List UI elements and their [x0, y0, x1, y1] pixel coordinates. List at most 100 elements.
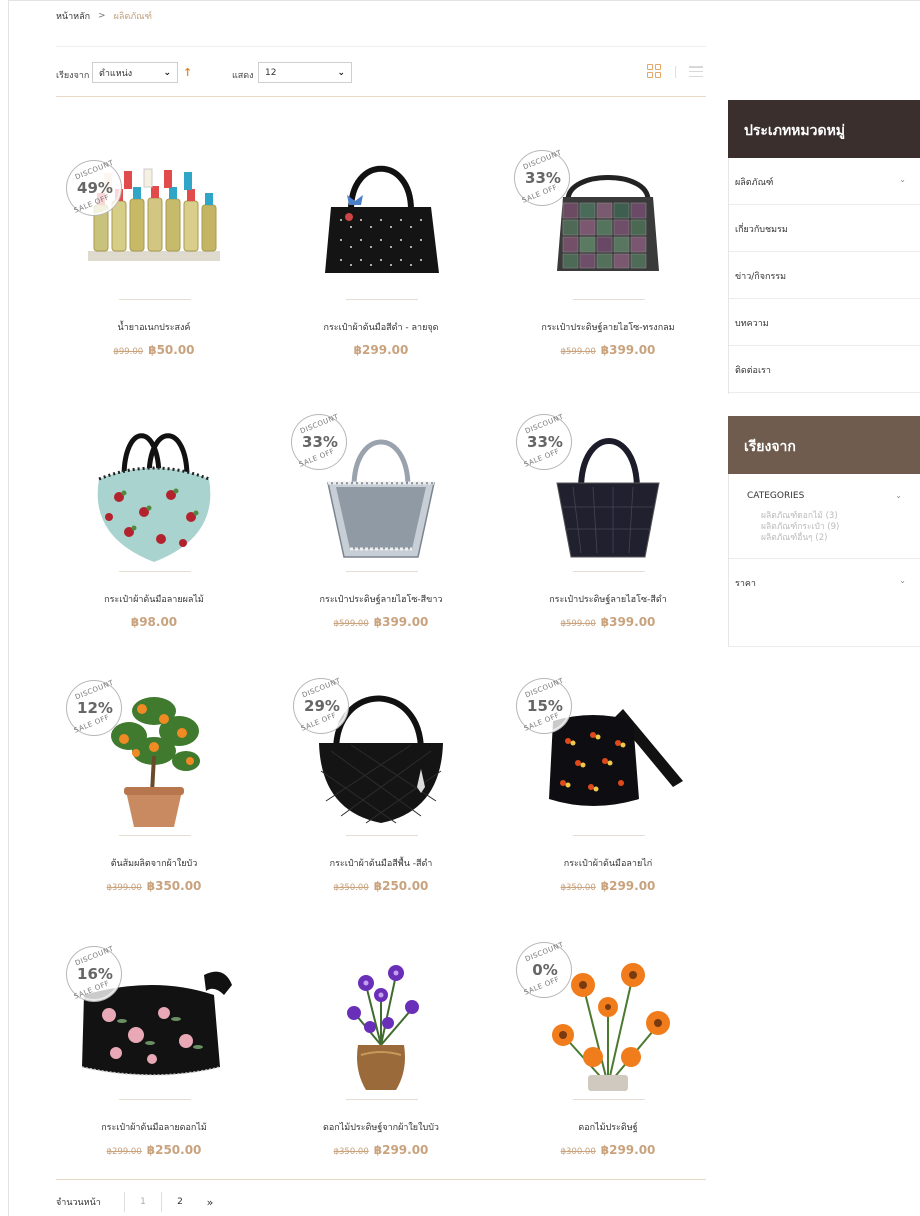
discount-badge: DISCOUNT 0% SALE OFF: [516, 941, 572, 998]
product-name[interactable]: ต้นส้มผลิตจากผ้าใยบัว: [56, 856, 252, 870]
old-price: ฿599.00: [560, 619, 596, 629]
product-price: ฿399.00 ฿350.00: [56, 879, 252, 893]
filter-option-flowers[interactable]: ผลิตภัณฑ์ดอกไม้ (3): [761, 511, 888, 522]
product-image[interactable]: DISCOUNT 29% SALE OFF: [283, 676, 479, 836]
product-image[interactable]: DISCOUNT 49% SALE OFF: [56, 140, 252, 300]
product-price: ฿300.00 ฿299.00: [510, 1143, 706, 1157]
product-price: ฿599.00 ฿399.00: [510, 615, 706, 629]
product-image[interactable]: [283, 940, 479, 1100]
product-image[interactable]: [283, 140, 479, 300]
product-image[interactable]: DISCOUNT 15% SALE OFF: [510, 676, 706, 836]
divider: [119, 571, 191, 572]
product-card: DISCOUNT 49% SALE OFF น้ำยาอเนกประสงค์ ฿…: [56, 140, 252, 405]
category-item-news[interactable]: ข่าว/กิจกรรม: [729, 252, 920, 299]
page-link-1[interactable]: 1: [125, 1197, 161, 1207]
badge-discount-text: DISCOUNT: [523, 412, 565, 436]
old-price: ฿599.00: [560, 347, 596, 357]
list-view-icon[interactable]: [689, 66, 703, 77]
category-label: เกี่ยวกับชมรม: [735, 225, 788, 235]
next-page-button[interactable]: »: [198, 1196, 222, 1209]
page-link-2[interactable]: 2: [162, 1197, 198, 1207]
product-card: DISCOUNT 12% SALE OFF ต้นส้มผลิตจากผ้าใย…: [56, 676, 252, 941]
filter-option-bags[interactable]: ผลิตภัณฑ์กระเป๋า (9): [761, 522, 888, 533]
current-price: ฿50.00: [148, 343, 195, 357]
discount-badge: DISCOUNT 15% SALE OFF: [516, 676, 572, 734]
product-name[interactable]: ดอกไม้ประดิษฐ์จากผ้าใยใบบัว: [283, 1120, 479, 1134]
category-item-about[interactable]: เกี่ยวกับชมรม: [729, 205, 920, 252]
product-name[interactable]: กระเป๋าประดิษฐ์ลายไฮโซ-ทรงกลม: [510, 320, 706, 334]
product-name[interactable]: กระเป๋าผ้าด้นมือสีพื้น -สีดำ: [283, 856, 479, 870]
divider: [346, 835, 418, 836]
product-card: DISCOUNT 33% SALE OFF กระเป๋าประดิษฐ์ลาย…: [283, 412, 479, 677]
category-item-products[interactable]: ผลิตภัณฑ์ ⌄: [729, 158, 920, 205]
filter-option-others[interactable]: ผลิตภัณฑ์อื่นๆ (2): [761, 533, 888, 544]
badge-discount-text: DISCOUNT: [523, 676, 565, 700]
breadcrumb-home-link[interactable]: หน้าหลัก: [56, 9, 90, 23]
categories-heading: ประเภทหมวดหมู่: [728, 100, 920, 158]
product-image[interactable]: DISCOUNT 33% SALE OFF: [283, 412, 479, 572]
breadcrumb: หน้าหลัก > ผลิตภัณฑ์: [56, 9, 152, 23]
grid-view-icon[interactable]: [647, 64, 661, 78]
category-item-articles[interactable]: บทความ: [729, 299, 920, 346]
product-name[interactable]: กระเป๋าผ้าด้นมือลายไก่: [510, 856, 706, 870]
discount-badge: DISCOUNT 12% SALE OFF: [66, 679, 122, 736]
filter-price-toggle[interactable]: ราคา ⌄: [729, 559, 920, 607]
product-image[interactable]: DISCOUNT 0% SALE OFF: [510, 940, 706, 1100]
product-name[interactable]: น้ำยาอเนกประสงค์: [56, 320, 252, 334]
category-label: ติดต่อเรา: [735, 366, 771, 376]
product-name[interactable]: กระเป๋าผ้าด้นมือสีดำ - ลายจุด: [283, 320, 479, 334]
product-image[interactable]: DISCOUNT 12% SALE OFF: [56, 676, 252, 836]
old-price: ฿599.00: [333, 619, 369, 629]
product-card: DISCOUNT 33% SALE OFF กระเป๋าประดิษฐ์ลาย…: [510, 140, 706, 405]
discount-percent: 33%: [525, 169, 561, 187]
product-price: ฿350.00 ฿299.00: [510, 879, 706, 893]
discount-badge: DISCOUNT 29% SALE OFF: [293, 677, 349, 734]
product-image[interactable]: DISCOUNT 16% SALE OFF: [56, 940, 252, 1100]
current-price: ฿399.00: [600, 343, 656, 357]
discount-percent: 49%: [77, 179, 113, 197]
current-price: ฿350.00: [146, 879, 202, 893]
divider: [119, 835, 191, 836]
product-price: ฿299.00: [283, 343, 479, 357]
product-name[interactable]: กระเป๋าประดิษฐ์ลายไฮโซ-สีดำ: [510, 592, 706, 606]
product-image[interactable]: DISCOUNT 33% SALE OFF: [510, 412, 706, 572]
chevron-down-icon: ⌄: [899, 576, 906, 585]
discount-badge: DISCOUNT 33% SALE OFF: [514, 148, 570, 206]
product-card: ดอกไม้ประดิษฐ์จากผ้าใยใบบัว ฿350.00 ฿299.…: [283, 940, 479, 1205]
limit-select[interactable]: 12 ⌄: [258, 62, 352, 83]
divider: [56, 46, 706, 47]
chevron-down-icon[interactable]: ⌄: [899, 175, 914, 187]
current-price: ฿299.00: [353, 343, 409, 357]
divider: [346, 571, 418, 572]
current-price: ฿299.00: [373, 1143, 429, 1157]
category-item-contact[interactable]: ติดต่อเรา: [729, 346, 920, 393]
badge-discount-text: DISCOUNT: [73, 944, 115, 968]
old-price: ฿399.00: [106, 883, 142, 893]
category-label: บทความ: [735, 319, 769, 329]
sort-direction-arrow-icon[interactable]: ↑: [183, 66, 192, 79]
product-card: กระเป๋าผ้าด้นมือลายผลไม้ ฿98.00: [56, 412, 252, 677]
product-name[interactable]: กระเป๋าผ้าด้นมือลายผลไม้: [56, 592, 252, 606]
discount-percent: 15%: [527, 697, 563, 715]
show-label: แสดง: [232, 71, 254, 81]
product-image[interactable]: [56, 412, 252, 572]
current-price: ฿250.00: [146, 1143, 202, 1157]
product-name[interactable]: ดอกไม้ประดิษฐ์: [510, 1120, 706, 1134]
limit-select-value: 12: [265, 67, 277, 78]
filter-categories-toggle[interactable]: CATEGORIES ⌄: [729, 474, 920, 507]
old-price: ฿99.00: [113, 347, 144, 357]
product-image[interactable]: DISCOUNT 33% SALE OFF: [510, 140, 706, 300]
old-price: ฿350.00: [333, 883, 369, 893]
sort-select[interactable]: ตำแหน่ง ⌄: [92, 62, 178, 83]
filter-option-list: ผลิตภัณฑ์ดอกไม้ (3) ผลิตภัณฑ์กระเป๋า (9)…: [729, 507, 920, 544]
badge-discount-text: DISCOUNT: [521, 148, 563, 172]
product-toolbar: เรียงจาก ตำแหน่ง ⌄ ↑ แสดง 12 ⌄: [56, 60, 706, 86]
discount-badge: DISCOUNT 49% SALE OFF: [66, 159, 122, 216]
divider: [119, 1099, 191, 1100]
divider: [56, 1179, 706, 1180]
chevron-down-icon: ⌄: [895, 491, 902, 500]
filter-categories-title: CATEGORIES: [747, 491, 805, 501]
chevron-down-icon: ⌄: [163, 67, 171, 78]
product-name[interactable]: กระเป๋าผ้าด้นมือลายดอกไม้: [56, 1120, 252, 1134]
product-name[interactable]: กระเป๋าประดิษฐ์ลายไฮโซ-สีขาว: [283, 592, 479, 606]
